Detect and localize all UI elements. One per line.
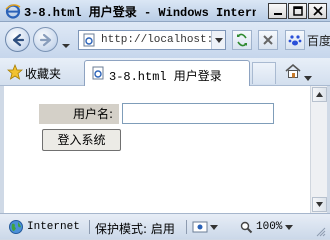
chevron-up-icon [316, 92, 323, 97]
home-button[interactable] [284, 62, 302, 83]
vertical-scrollbar[interactable] [310, 86, 327, 213]
arrow-left-icon [12, 33, 25, 47]
page-icon [82, 33, 96, 50]
popup-blocker-icon [192, 221, 208, 233]
close-button[interactable] [308, 3, 327, 19]
search-provider-button[interactable] [285, 30, 305, 50]
chevron-down-icon [210, 224, 218, 230]
globe-icon [8, 219, 24, 238]
address-bar[interactable]: http://localhost:8 [78, 30, 226, 50]
maximize-button[interactable] [288, 3, 307, 19]
security-zone[interactable]: Internet [27, 221, 80, 233]
page-icon [91, 66, 105, 83]
recent-pages-dropdown[interactable] [61, 38, 71, 52]
forward-button[interactable] [33, 27, 58, 52]
favorites-button[interactable]: 收藏夹 [25, 65, 61, 82]
page-content: 用户名: 登入系统 [4, 86, 310, 213]
refresh-icon [237, 33, 247, 47]
search-box[interactable]: 百度 [307, 32, 330, 49]
status-tools-button[interactable] [192, 218, 236, 236]
chevron-down-icon [316, 202, 323, 207]
protected-mode-status[interactable]: 保护模式: 启用 [95, 220, 175, 237]
username-label: 用户名: [39, 104, 119, 124]
status-separator [186, 220, 187, 234]
back-button[interactable] [5, 27, 30, 52]
maximize-icon [292, 6, 303, 16]
home-icon [285, 63, 301, 78]
chevron-down-icon [304, 76, 312, 81]
window-title: 3-8.html 用户登录 - Windows Internet Explore… [24, 6, 256, 20]
ie-logo-icon [5, 3, 21, 19]
address-dropdown[interactable] [211, 31, 225, 49]
star-icon[interactable] [6, 63, 24, 83]
chevron-down-icon [214, 37, 223, 43]
baidu-paw-icon [288, 35, 302, 46]
scroll-down-button[interactable] [312, 197, 327, 212]
stop-x-icon [263, 35, 273, 45]
username-input[interactable] [122, 103, 274, 124]
title-bar: 3-8.html 用户登录 - Windows Internet Explore… [0, 0, 330, 22]
resize-grip-icon [316, 227, 326, 237]
url-text[interactable]: http://localhost:8 [101, 34, 211, 46]
close-icon [312, 6, 323, 16]
scroll-up-button[interactable] [312, 87, 327, 102]
new-tab-button[interactable] [252, 62, 276, 84]
login-button[interactable]: 登入系统 [42, 129, 121, 151]
zoom-level: 100% [256, 221, 283, 233]
minimize-icon [273, 13, 282, 15]
tab-label: 3-8.html 用户登录 [109, 70, 222, 84]
zoom-control[interactable]: 100% [240, 218, 294, 236]
minimize-button[interactable] [268, 3, 287, 19]
chevron-down-icon [62, 44, 70, 48]
favorites-bar: 收藏夹 3-8.html 用户登录 [0, 58, 330, 86]
refresh-button[interactable] [232, 30, 252, 50]
status-bar: Internet 保护模式: 启用 100% [0, 213, 330, 239]
chevron-down-icon [285, 224, 294, 230]
home-dropdown[interactable] [304, 70, 312, 84]
resize-grip[interactable] [316, 226, 326, 240]
magnifier-icon [240, 221, 253, 233]
tab-current-page[interactable]: 3-8.html 用户登录 [84, 60, 250, 86]
arrow-right-icon [39, 33, 52, 47]
stop-button[interactable] [258, 30, 278, 50]
status-separator [89, 220, 90, 234]
navigation-bar: http://localhost:8 百度 [0, 22, 330, 58]
